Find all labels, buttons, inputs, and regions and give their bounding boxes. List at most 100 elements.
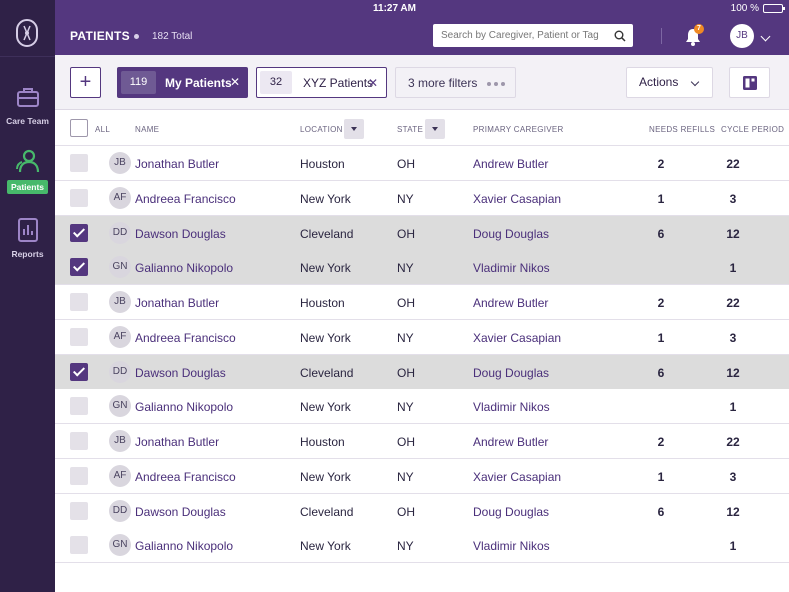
caregiver-link[interactable]: Xavier Casapian bbox=[473, 331, 561, 345]
row-checkbox[interactable] bbox=[70, 188, 88, 207]
columns-toggle-button[interactable] bbox=[729, 67, 770, 98]
sidebar-item-care-team[interactable]: Care Team bbox=[0, 84, 55, 126]
patient-name-link[interactable]: Dawson Douglas bbox=[135, 505, 226, 519]
column-header-state[interactable]: STATE bbox=[397, 125, 423, 134]
caregiver-link[interactable]: Vladimir Nikos bbox=[473, 539, 550, 553]
location-cell: New York bbox=[300, 330, 351, 345]
table-row[interactable]: JB Jonathan Butler Houston OH Andrew Butler 2… bbox=[55, 285, 789, 320]
user-avatar[interactable]: JB bbox=[730, 24, 754, 48]
table-row[interactable]: AF Andreea Francisco New York NY Xavier Casa… bbox=[55, 319, 789, 355]
row-checkbox[interactable] bbox=[70, 154, 88, 172]
patient-avatar: GN bbox=[109, 395, 131, 418]
row-checkbox[interactable] bbox=[70, 327, 88, 346]
refills-cell: 1 bbox=[657, 330, 665, 345]
caregiver-link[interactable]: Doug Douglas bbox=[473, 505, 549, 519]
column-header-location[interactable]: LOCATION bbox=[300, 125, 343, 134]
more-filters-button[interactable]: 3 more filters bbox=[395, 67, 516, 98]
patient-name-link[interactable]: Andreea Francisco bbox=[135, 331, 236, 345]
state-cell: OH bbox=[397, 157, 415, 171]
column-header-refills[interactable]: NEEDS REFILLS bbox=[649, 125, 715, 134]
refills-cell: 6 bbox=[657, 504, 665, 519]
caregiver-link[interactable]: Vladimir Nikos bbox=[473, 400, 550, 414]
column-header-cycle[interactable]: CYCLE PERIOD bbox=[721, 125, 784, 134]
table-row[interactable]: GN Galianno Nikopolo New York NY Vladimir Ni… bbox=[55, 528, 789, 564]
patient-avatar: GN bbox=[109, 534, 131, 557]
patient-name-link[interactable]: Jonathan Butler bbox=[135, 435, 219, 449]
cycle-period-cell: 22 bbox=[726, 296, 740, 310]
row-checkbox[interactable] bbox=[70, 432, 88, 450]
table-row[interactable]: DD Dawson Douglas Cleveland OH Doug Douglas 6… bbox=[55, 354, 789, 390]
search-icon[interactable] bbox=[614, 30, 626, 42]
caregiver-link[interactable]: Xavier Casapian bbox=[473, 470, 561, 484]
state-cell: OH bbox=[397, 296, 415, 310]
column-header-name[interactable]: NAME bbox=[135, 125, 159, 134]
state-sort-button[interactable] bbox=[425, 119, 445, 139]
table-row[interactable]: DD Dawson Douglas Cleveland OH Doug Douglas 6… bbox=[55, 215, 789, 251]
patient-name-link[interactable]: Andreea Francisco bbox=[135, 192, 236, 206]
patient-name-link[interactable]: Dawson Douglas bbox=[135, 227, 226, 241]
search-box[interactable] bbox=[433, 24, 633, 47]
patient-avatar: AF bbox=[109, 186, 131, 209]
refills-cell: 2 bbox=[657, 157, 665, 171]
table-header: ALL NAME LOCATION STATE PRIMARY CAREGIVE… bbox=[55, 111, 789, 146]
close-icon[interactable]: ✕ bbox=[368, 76, 378, 90]
table-row[interactable]: AF Andreea Francisco New York NY Xavier Casa… bbox=[55, 180, 789, 216]
patient-name-link[interactable]: Andreea Francisco bbox=[135, 470, 236, 484]
table-row[interactable]: GN Galianno Nikopolo New York NY Vladimir Ni… bbox=[55, 250, 789, 286]
filter-label: My Patients bbox=[165, 75, 232, 90]
app-logo[interactable] bbox=[16, 19, 38, 47]
patient-name-link[interactable]: Galianno Nikopolo bbox=[135, 261, 233, 275]
row-checkbox[interactable] bbox=[70, 223, 88, 242]
notification-badge: 7 bbox=[694, 24, 704, 34]
filter-chip-my-patients[interactable]: 119 My Patients ✕ bbox=[117, 67, 248, 98]
caregiver-link[interactable]: Doug Douglas bbox=[473, 366, 549, 380]
location-sort-button[interactable] bbox=[344, 119, 364, 139]
patient-name-link[interactable]: Jonathan Butler bbox=[135, 296, 219, 310]
row-checkbox[interactable] bbox=[70, 293, 88, 311]
caregiver-link[interactable]: Andrew Butler bbox=[473, 296, 548, 310]
table-row[interactable]: AF Andreea Francisco New York NY Xavier Casa… bbox=[55, 458, 789, 494]
caregiver-link[interactable]: Andrew Butler bbox=[473, 435, 548, 449]
close-icon[interactable]: ✕ bbox=[230, 75, 240, 89]
patient-name-link[interactable]: Dawson Douglas bbox=[135, 366, 226, 380]
patient-name-link[interactable]: Galianno Nikopolo bbox=[135, 400, 233, 414]
row-checkbox[interactable] bbox=[70, 536, 88, 555]
filter-chip-xyz-patients[interactable]: 32 XYZ Patients ✕ bbox=[256, 67, 387, 98]
patient-name-link[interactable]: Galianno Nikopolo bbox=[135, 539, 233, 553]
state-cell: NY bbox=[397, 330, 414, 345]
table-row[interactable]: DD Dawson Douglas Cleveland OH Doug Douglas 6… bbox=[55, 493, 789, 529]
battery-icon bbox=[763, 4, 785, 13]
row-checkbox[interactable] bbox=[70, 501, 88, 520]
actions-dropdown[interactable]: Actions bbox=[626, 67, 713, 98]
row-checkbox[interactable] bbox=[70, 466, 88, 485]
location-cell: New York bbox=[300, 191, 351, 206]
sidebar-item-reports[interactable]: Reports bbox=[0, 217, 55, 259]
caregiver-link[interactable]: Andrew Butler bbox=[473, 157, 548, 171]
briefcase-icon bbox=[16, 88, 39, 107]
add-patient-button[interactable]: + bbox=[70, 67, 101, 98]
sidebar-item-label: Care Team bbox=[6, 116, 49, 126]
caregiver-link[interactable]: Xavier Casapian bbox=[473, 192, 561, 206]
reports-icon bbox=[17, 218, 38, 242]
table-row[interactable]: GN Galianno Nikopolo New York NY Vladimir Ni… bbox=[55, 389, 789, 425]
refills-cell: 6 bbox=[657, 365, 665, 380]
table-row[interactable]: JB Jonathan Butler Houston OH Andrew Butler 2… bbox=[55, 424, 789, 459]
cycle-period-cell: 3 bbox=[729, 330, 737, 345]
row-checkbox[interactable] bbox=[70, 397, 88, 416]
sidebar: Care Team Patients Reports bbox=[0, 0, 55, 592]
select-all-checkbox[interactable] bbox=[70, 119, 88, 137]
caregiver-link[interactable]: Doug Douglas bbox=[473, 227, 549, 241]
patient-total: 182 Total bbox=[152, 31, 193, 42]
logo-icon bbox=[23, 25, 31, 41]
caregiver-link[interactable]: Vladimir Nikos bbox=[473, 261, 550, 275]
column-header-caregiver[interactable]: PRIMARY CAREGIVER bbox=[473, 125, 564, 134]
table-row[interactable]: JB Jonathan Butler Houston OH Andrew Butler 2… bbox=[55, 146, 789, 181]
patient-name-link[interactable]: Jonathan Butler bbox=[135, 157, 219, 171]
state-cell: OH bbox=[397, 435, 415, 449]
people-icon bbox=[15, 149, 39, 173]
sidebar-item-patients[interactable]: Patients bbox=[0, 148, 55, 194]
chevron-down-icon bbox=[690, 77, 700, 87]
row-checkbox[interactable] bbox=[70, 362, 88, 381]
search-input[interactable] bbox=[441, 30, 607, 41]
row-checkbox[interactable] bbox=[70, 258, 88, 277]
